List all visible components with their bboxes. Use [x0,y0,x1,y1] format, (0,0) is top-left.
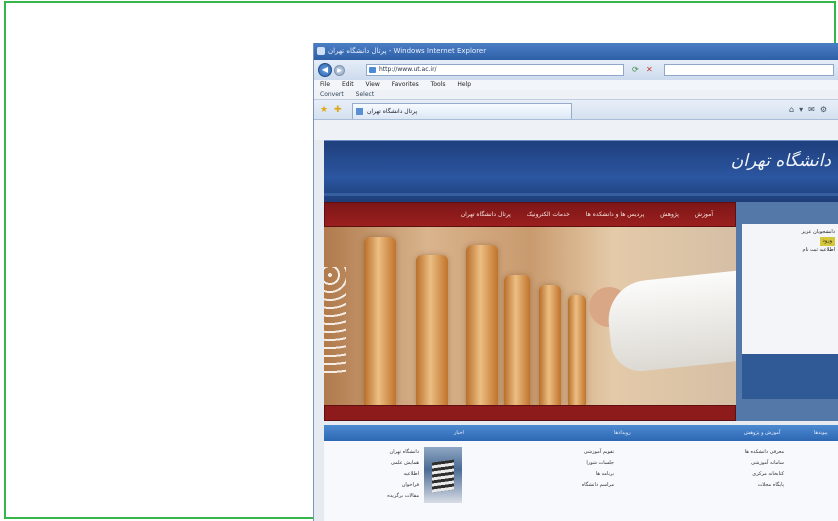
favorites-star-icon[interactable]: ★ [320,105,328,115]
back-arrow-icon[interactable]: ◀ [318,63,332,77]
menu-tools[interactable]: Tools [431,81,446,88]
title-bar: پرتال دانشگاه تهران - Windows Internet E… [314,43,838,60]
site-header: دانشگاه تهران [324,140,838,202]
tab-label: پرتال دانشگاه تهران [367,108,418,115]
ie-app-icon [317,47,325,55]
panel-footer [742,354,838,399]
nav-item[interactable]: آموزش [695,211,713,218]
menu-view[interactable]: View [366,81,380,88]
building-thumbnail[interactable] [424,447,462,503]
list-item[interactable]: اطلاعیه [334,469,419,480]
events-column: تقویم آموزشی جلسات شورا برنامه ها مراسم … [484,447,614,491]
select-button[interactable]: Select [356,91,375,98]
list-item[interactable]: مراسم دانشگاه [484,480,614,491]
search-input[interactable] [664,64,834,76]
page-viewport: دانشگاه تهران آموزش پژوهش پردیس ها و دان… [314,140,838,521]
news-column: دانشگاه تهران همایش علمی اطلاعیه فراخوان… [334,447,419,502]
nav-item[interactable]: پرتال دانشگاه تهران [461,211,511,218]
nav-item[interactable]: پردیس ها و دانشکده ها [586,211,644,218]
menu-bar: File Edit View Favorites Tools Help [314,80,838,90]
links-bar: Convert Select [314,90,838,100]
address-bar[interactable]: http://www.ut.ac.ir/ [366,64,624,76]
cylinder-shape [539,285,561,405]
forward-arrow-icon[interactable]: ▶ [334,65,345,76]
nav-item[interactable]: خدمات الکترونیک [527,211,570,218]
list-item[interactable]: برنامه ها [484,469,614,480]
tab-row: ★ ✚ پرتال دانشگاه تهران ⌂▾✉⚙ [314,100,838,120]
section-title[interactable]: پیوندها [814,425,828,441]
menu-favorites[interactable]: Favorites [392,81,419,88]
cylinder-shape [504,275,530,405]
section-title[interactable]: رویدادها [614,425,631,441]
cylinder-shape [416,255,448,405]
page-icon [369,67,376,73]
list-item[interactable]: فراخوان [334,480,419,491]
tab-page-icon [356,108,363,115]
research-column: معرفی دانشکده ها سامانه آموزشی کتابخانه … [644,447,784,491]
tab-active[interactable]: پرتال دانشگاه تهران [352,103,572,119]
section-title[interactable]: اخبار [454,425,464,441]
panel-text[interactable]: اطلاعیه ثبت نام [746,246,835,255]
sections-header: اخبار رویدادها آموزش و پژوهش پیوندها [324,425,838,441]
login-panel-content: دانشجویان عزیز ورود اطلاعیه ثبت نام [742,224,838,354]
convert-button[interactable]: Convert [320,91,344,98]
hero-caption-bar [324,405,736,421]
section-title[interactable]: آموزش و پژوهش [744,425,780,441]
login-panel: دانشجویان عزیز ورود اطلاعیه ثبت نام [736,202,838,421]
list-item[interactable]: سامانه آموزشی [644,458,784,469]
panel-login-button[interactable]: ورود [819,237,835,246]
window-title: پرتال دانشگاه تهران - Windows Internet E… [328,47,487,55]
sections-body: دانشگاه تهران همایش علمی اطلاعیه فراخوان… [324,441,838,521]
hero-image [324,227,736,405]
site-logo[interactable]: دانشگاه تهران [731,151,831,171]
site-nav: آموزش پژوهش پردیس ها و دانشکده ها خدمات … [324,202,736,227]
cylinder-shape [568,295,586,405]
list-item[interactable]: جلسات شورا [484,458,614,469]
menu-edit[interactable]: Edit [342,81,354,88]
list-item[interactable]: کتابخانه مرکزی [644,469,784,480]
panel-text: دانشجویان عزیز [801,229,835,235]
cylinder-shape [364,237,396,405]
cylinder-shape [466,245,498,405]
menu-help[interactable]: Help [457,81,471,88]
ornament-pattern [324,267,346,377]
list-item[interactable]: همایش علمی [334,458,419,469]
list-item[interactable]: دانشگاه تهران [334,447,419,458]
browser-window: پرتال دانشگاه تهران - Windows Internet E… [313,43,838,521]
list-item[interactable]: معرفی دانشکده ها [644,447,784,458]
list-item[interactable]: تقویم آموزشی [484,447,614,458]
nav-item[interactable]: پژوهش [660,211,679,218]
refresh-icon[interactable]: ⟳ [632,65,639,74]
list-item[interactable]: پایگاه مجلات [644,480,784,491]
add-favorites-icon[interactable]: ✚ [334,105,342,115]
list-item[interactable]: مقالات برگزیده [334,491,419,502]
header-strip [324,193,838,196]
command-bar-icons[interactable]: ⌂▾✉⚙ [789,105,832,114]
address-row: ◀ ▶ http://www.ut.ac.ir/ ⟳ ✕ [314,60,838,80]
lab-coat-sleeve [604,269,736,375]
menu-file[interactable]: File [320,81,330,88]
stop-icon[interactable]: ✕ [646,65,653,74]
url-text: http://www.ut.ac.ir/ [379,66,437,73]
